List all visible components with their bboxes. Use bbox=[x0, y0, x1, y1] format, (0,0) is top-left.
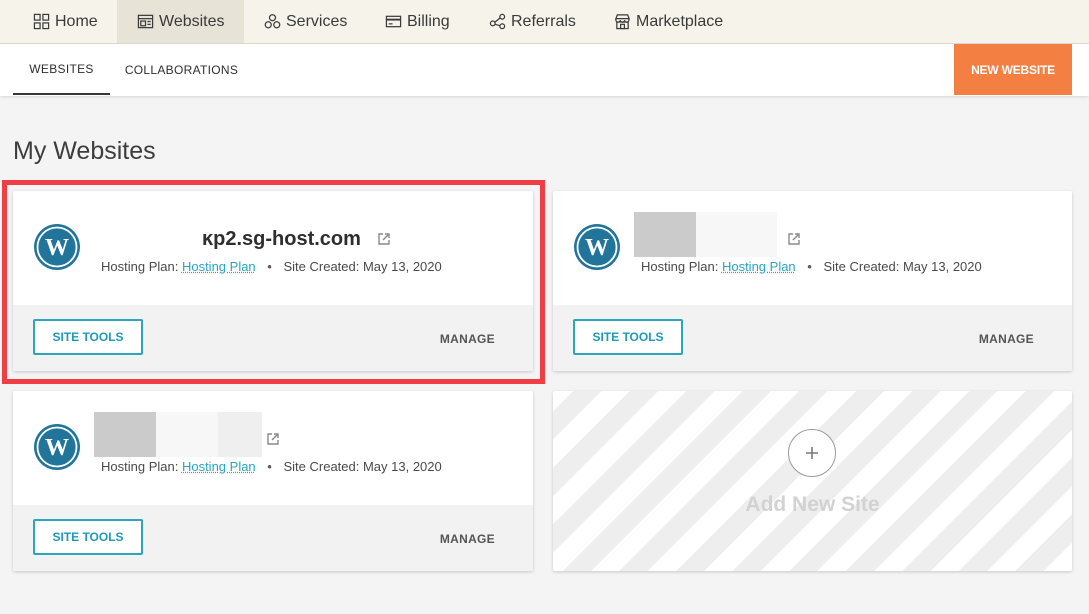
site-created: Site Created: May 13, 2020 bbox=[283, 459, 442, 474]
grid-icon bbox=[32, 13, 50, 31]
new-website-button[interactable]: NEW WEBSITE bbox=[954, 44, 1072, 95]
separator-dot: • bbox=[807, 259, 812, 274]
site-created: Site Created: May 13, 2020 bbox=[823, 259, 982, 274]
site-tools-button[interactable]: SITE TOOLS bbox=[573, 319, 683, 355]
nav-referrals[interactable]: Referrals bbox=[488, 0, 576, 43]
site-meta: Hosting Plan: Hosting Plan • Site Create… bbox=[101, 259, 442, 274]
top-navigation: Home Websites Services Billing Referrals… bbox=[0, 0, 1089, 44]
nav-websites-label: Websites bbox=[159, 12, 225, 30]
share-icon bbox=[488, 13, 506, 31]
separator-dot: • bbox=[267, 459, 272, 474]
add-site-button[interactable] bbox=[788, 429, 836, 477]
redacted-block bbox=[696, 212, 777, 257]
nav-marketplace[interactable]: Marketplace bbox=[613, 0, 723, 43]
nav-billing[interactable]: Billing bbox=[384, 0, 450, 43]
store-icon bbox=[613, 13, 631, 31]
redacted-block bbox=[94, 412, 156, 457]
manage-button[interactable]: MANAGE bbox=[979, 332, 1034, 346]
hosting-plan-link[interactable]: Hosting Plan bbox=[182, 259, 256, 274]
separator-dot: • bbox=[267, 259, 272, 274]
site-card: W Hosting Plan: Hosting Plan • Site Crea… bbox=[13, 391, 533, 571]
add-new-site-card[interactable]: Add New Site bbox=[553, 391, 1072, 571]
external-link-icon[interactable] bbox=[377, 232, 391, 246]
nav-services[interactable]: Services bbox=[263, 0, 347, 43]
svg-text:W: W bbox=[585, 235, 609, 261]
nav-billing-label: Billing bbox=[407, 12, 450, 30]
sub-navigation: WEBSITES COLLABORATIONS bbox=[0, 44, 1089, 96]
nav-home-label: Home bbox=[55, 12, 98, 30]
hosting-plan-link[interactable]: Hosting Plan bbox=[722, 259, 796, 274]
services-icon bbox=[263, 13, 281, 31]
tab-websites[interactable]: WEBSITES bbox=[13, 44, 110, 95]
site-created: Site Created: May 13, 2020 bbox=[283, 259, 442, 274]
page-title: My Websites bbox=[13, 137, 156, 165]
hosting-plan-link[interactable]: Hosting Plan bbox=[182, 459, 256, 474]
card-footer: SITE TOOLS MANAGE bbox=[13, 305, 533, 371]
redacted-block bbox=[156, 412, 218, 457]
site-meta: Hosting Plan: Hosting Plan • Site Create… bbox=[101, 459, 442, 474]
hosting-plan-label: Hosting Plan: bbox=[641, 259, 719, 274]
external-link-icon[interactable] bbox=[266, 432, 280, 446]
nav-services-label: Services bbox=[286, 12, 348, 30]
external-link-icon[interactable] bbox=[787, 232, 801, 246]
card-footer: SITE TOOLS MANAGE bbox=[13, 505, 533, 571]
credit-card-icon bbox=[384, 13, 402, 31]
nav-websites[interactable]: Websites bbox=[117, 0, 244, 43]
plus-icon bbox=[806, 447, 818, 459]
site-meta: Hosting Plan: Hosting Plan • Site Create… bbox=[641, 259, 982, 274]
wordpress-icon: W bbox=[574, 224, 620, 270]
nav-marketplace-label: Marketplace bbox=[636, 12, 724, 30]
redacted-block bbox=[218, 412, 262, 457]
window-icon bbox=[136, 13, 154, 31]
site-tools-button[interactable]: SITE TOOLS bbox=[33, 519, 143, 555]
svg-text:W: W bbox=[45, 235, 69, 261]
site-name[interactable]: ĸp2.sg-host.com bbox=[202, 228, 361, 251]
wordpress-icon: W bbox=[34, 424, 80, 470]
site-card: W Hosting Plan: Hosting Plan • Site Crea… bbox=[553, 191, 1072, 371]
wordpress-icon: W bbox=[34, 224, 80, 270]
hosting-plan-label: Hosting Plan: bbox=[101, 459, 179, 474]
manage-button[interactable]: MANAGE bbox=[440, 532, 495, 546]
redacted-block bbox=[634, 212, 696, 257]
tab-collaborations[interactable]: COLLABORATIONS bbox=[118, 44, 245, 95]
nav-home[interactable]: Home bbox=[32, 0, 98, 43]
nav-referrals-label: Referrals bbox=[511, 12, 576, 30]
site-card: W ĸp2.sg-host.com Hosting Plan: Hosting … bbox=[13, 191, 533, 371]
svg-text:W: W bbox=[45, 435, 69, 461]
site-tools-button[interactable]: SITE TOOLS bbox=[33, 319, 143, 355]
add-new-site-label: Add New Site bbox=[745, 493, 880, 516]
card-footer: SITE TOOLS MANAGE bbox=[553, 305, 1072, 371]
hosting-plan-label: Hosting Plan: bbox=[101, 259, 179, 274]
manage-button[interactable]: MANAGE bbox=[440, 332, 495, 346]
